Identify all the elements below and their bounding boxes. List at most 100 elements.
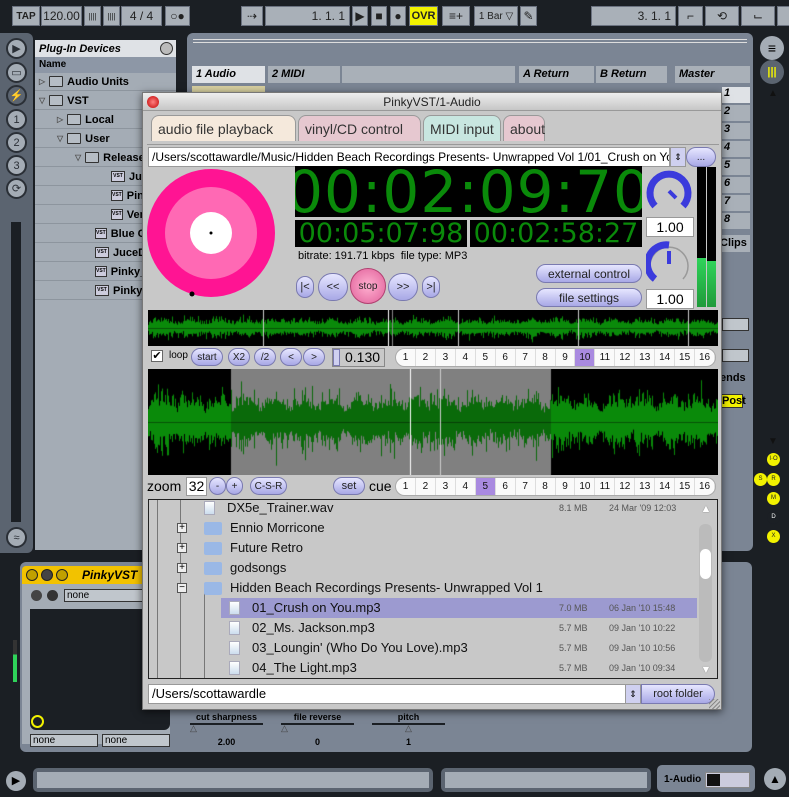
- input-select-1[interactable]: none: [30, 734, 98, 747]
- root-folder-button[interactable]: root folder: [641, 684, 715, 704]
- mute-button[interactable]: M: [767, 492, 780, 505]
- cue-slot-button[interactable]: 1: [396, 478, 416, 495]
- browse-button[interactable]: ...: [686, 147, 716, 167]
- go-to-start-button[interactable]: |<: [296, 276, 314, 298]
- power-icon[interactable]: [26, 569, 38, 581]
- file-tree-row[interactable]: 04_The Light.mp3: [229, 658, 357, 678]
- track-header-a-return[interactable]: A Return: [519, 66, 594, 83]
- place-2-icon[interactable]: 2: [6, 132, 27, 153]
- main-waveform[interactable]: [148, 369, 718, 475]
- place-1-icon[interactable]: 1: [6, 109, 27, 130]
- draw-add-button[interactable]: ≡+: [442, 6, 470, 26]
- follow-button[interactable]: ⇢: [241, 6, 263, 26]
- save-preset-icon[interactable]: [47, 590, 58, 601]
- loop-slot-button[interactable]: 15: [675, 349, 696, 366]
- loop-length-slider[interactable]: [333, 349, 340, 366]
- loop-slot-button[interactable]: 6: [496, 349, 516, 366]
- tree-scrollbar-track[interactable]: [699, 524, 712, 662]
- disclosure-closed-icon[interactable]: ▷: [39, 77, 45, 86]
- tab-midi-input[interactable]: MIDI input: [423, 115, 501, 141]
- track-header-b-return[interactable]: B Return: [596, 66, 667, 83]
- loop-slot-button[interactable]: 1: [396, 349, 416, 366]
- scroll-up-icon[interactable]: ▲: [768, 88, 778, 99]
- loop-slot-button[interactable]: 4: [456, 349, 476, 366]
- slider-handle-icon[interactable]: △: [281, 723, 288, 734]
- post-button[interactable]: Post: [721, 394, 746, 408]
- x-button[interactable]: X: [767, 530, 780, 543]
- arrangement-position[interactable]: 1. 1. 1: [265, 6, 350, 26]
- cue-set-button[interactable]: set: [333, 477, 365, 495]
- param-value[interactable]: 0: [281, 737, 354, 747]
- cue-slot-button[interactable]: 4: [456, 478, 476, 495]
- status-play-icon[interactable]: ▶: [6, 771, 26, 791]
- mixer-list-icon[interactable]: ≡: [760, 36, 784, 60]
- play-button[interactable]: ▶: [352, 6, 368, 26]
- param-slider[interactable]: [190, 723, 263, 725]
- file-tree-row[interactable]: 02_Ms. Jackson.mp3: [229, 618, 375, 638]
- file-tree-row[interactable]: godsongs: [204, 558, 286, 578]
- tree-scroll-up-icon[interactable]: ▲: [698, 503, 714, 515]
- quantize-select[interactable]: 1 Bar ▽: [474, 6, 518, 26]
- loop-slot-button[interactable]: 16: [695, 349, 715, 366]
- scene-launch-button[interactable]: 6: [722, 177, 750, 193]
- tab-audio-file-playback[interactable]: audio file playback: [151, 115, 296, 141]
- record-arm-button[interactable]: R: [767, 473, 780, 486]
- play-panel-icon[interactable]: ▶: [6, 38, 27, 59]
- device-thumbnail[interactable]: [705, 772, 750, 788]
- slider-handle-icon[interactable]: △: [405, 723, 412, 734]
- loop-half-button[interactable]: /2: [254, 348, 276, 366]
- loop-prev-button[interactable]: <: [280, 348, 302, 366]
- name-column-header[interactable]: Name: [35, 57, 176, 73]
- file-tree-row[interactable]: DX5e_Trainer.wav: [204, 500, 333, 518]
- zoom-out-button[interactable]: -: [209, 477, 226, 495]
- window-icon[interactable]: ▭: [6, 62, 27, 83]
- expand-icon[interactable]: +: [177, 563, 187, 573]
- time-signature-field[interactable]: 4 / 4: [121, 6, 162, 26]
- stop-playback-button[interactable]: stop: [350, 268, 386, 304]
- loop-start-position[interactable]: 3. 1. 1: [591, 6, 676, 26]
- scene-launch-button[interactable]: 5: [722, 159, 750, 175]
- hide-browser-icon[interactable]: ≈: [6, 527, 27, 548]
- cue-slot-button[interactable]: 7: [516, 478, 536, 495]
- refresh-icon[interactable]: ⟳: [6, 178, 27, 199]
- file-tree-row[interactable]: 01_Crush on You.mp3: [229, 598, 381, 618]
- track-header-master[interactable]: Master: [675, 66, 750, 83]
- loop-slot-button[interactable]: 14: [655, 349, 676, 366]
- loop-slot-button[interactable]: 10: [575, 349, 596, 366]
- resize-grip[interactable]: [709, 699, 720, 709]
- loop-double-button[interactable]: X2: [228, 348, 250, 366]
- tab-vinyl-cd-control[interactable]: vinyl/CD control: [298, 115, 421, 141]
- session-scrollbar[interactable]: [769, 100, 778, 300]
- d-button[interactable]: D: [767, 511, 780, 524]
- io-button[interactable]: I·O: [767, 453, 780, 466]
- mixer-columns-icon[interactable]: |||: [760, 60, 784, 84]
- loop-start-button[interactable]: start: [191, 348, 223, 366]
- disclosure-open-icon[interactable]: ▽: [57, 134, 63, 143]
- scroll-down-icon[interactable]: ▼: [768, 436, 778, 447]
- external-control-button[interactable]: external control: [536, 264, 642, 283]
- zoom-value[interactable]: 32: [186, 477, 207, 496]
- cue-slot-button[interactable]: 11: [595, 478, 616, 495]
- loop-slot-button[interactable]: 12: [615, 349, 636, 366]
- overdub-button[interactable]: OVR: [409, 6, 438, 26]
- file-tree-row[interactable]: Ennio Morricone: [204, 518, 325, 538]
- device-play-icon[interactable]: [41, 569, 53, 581]
- scene-launch-button[interactable]: 2: [722, 105, 750, 121]
- file-tree-row[interactable]: 03_Loungin' (Who Do You Love).mp3: [229, 638, 468, 658]
- cue-slot-button[interactable]: 14: [655, 478, 676, 495]
- loop-slot-button[interactable]: 13: [635, 349, 656, 366]
- fast-forward-button[interactable]: >>: [388, 273, 418, 301]
- preset-select[interactable]: none: [64, 589, 144, 602]
- stop-button[interactable]: ■: [371, 6, 387, 26]
- overview-bar[interactable]: [193, 39, 747, 43]
- open-preset-icon[interactable]: [31, 590, 42, 601]
- collapse-icon[interactable]: −: [177, 583, 187, 593]
- cue-slot-button[interactable]: 3: [436, 478, 456, 495]
- gain-knob[interactable]: [646, 241, 692, 287]
- toolbar-extra-button[interactable]: [777, 6, 789, 26]
- disclosure-open-icon[interactable]: ▽: [39, 96, 45, 105]
- expand-detail-icon[interactable]: ▲: [764, 768, 786, 790]
- tree-scroll-down-icon[interactable]: ▼: [698, 664, 714, 676]
- nudge-down-button[interactable]: ||||: [84, 6, 101, 26]
- metronome-button[interactable]: ○●: [165, 6, 190, 26]
